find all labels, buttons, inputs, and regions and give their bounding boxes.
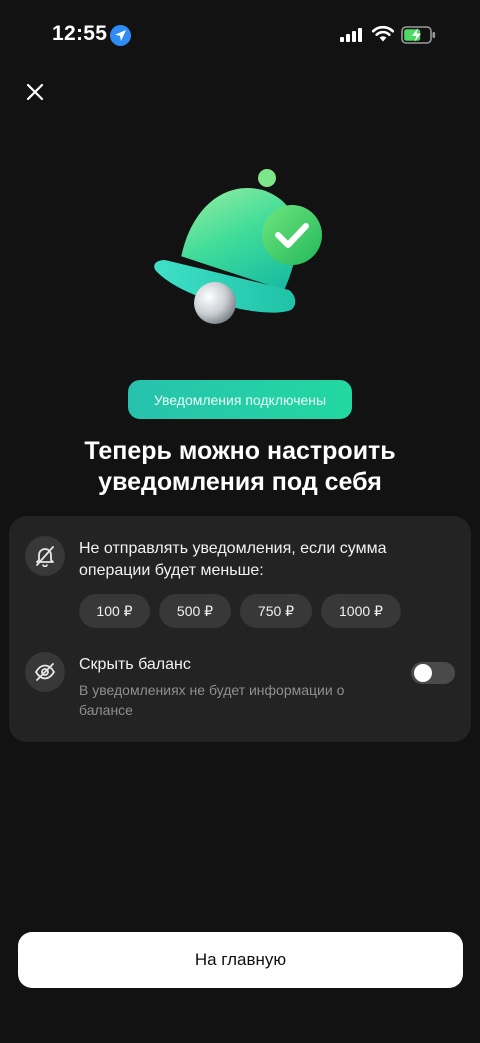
settings-card: Не отправлять уведомления, если сумма оп… <box>9 516 471 742</box>
close-button[interactable] <box>20 77 50 107</box>
eye-off-icon <box>34 663 56 681</box>
amount-chips: 100 ₽ 500 ₽ 750 ₽ 1000 ₽ <box>79 594 401 628</box>
notifications-enabled-badge: Уведомления подключены <box>128 380 352 419</box>
wifi-icon <box>371 25 395 42</box>
page-title: Теперь можно настроить уведомления под с… <box>84 437 396 496</box>
amount-chip-1000[interactable]: 1000 ₽ <box>321 594 401 628</box>
signal-icon <box>340 28 362 42</box>
hide-balance-toggle[interactable] <box>411 662 455 684</box>
hide-balance-title: Скрыть баланс <box>79 656 191 673</box>
amount-chip-100[interactable]: 100 ₽ <box>79 594 150 628</box>
eye-off-icon-wrapper <box>25 652 65 692</box>
amount-chip-750[interactable]: 750 ₽ <box>240 594 312 628</box>
hide-balance-description: В уведомлениях не будет информации о бал… <box>79 682 345 718</box>
amount-chip-500[interactable]: 500 ₽ <box>159 594 231 628</box>
toggle-knob <box>414 664 432 682</box>
threshold-label: Не отправлять уведомления, если сумма оп… <box>79 540 387 579</box>
battery-charging-icon <box>401 26 436 44</box>
bell-check-icon <box>154 169 322 324</box>
status-bar: 12:55 <box>0 0 480 70</box>
location-arrow-icon <box>110 25 131 46</box>
status-time: 12:55 <box>52 22 108 45</box>
home-button[interactable]: На главную <box>18 932 463 988</box>
bell-off-icon-wrapper <box>25 536 65 576</box>
close-icon <box>26 83 44 101</box>
bell-off-icon <box>36 546 54 567</box>
